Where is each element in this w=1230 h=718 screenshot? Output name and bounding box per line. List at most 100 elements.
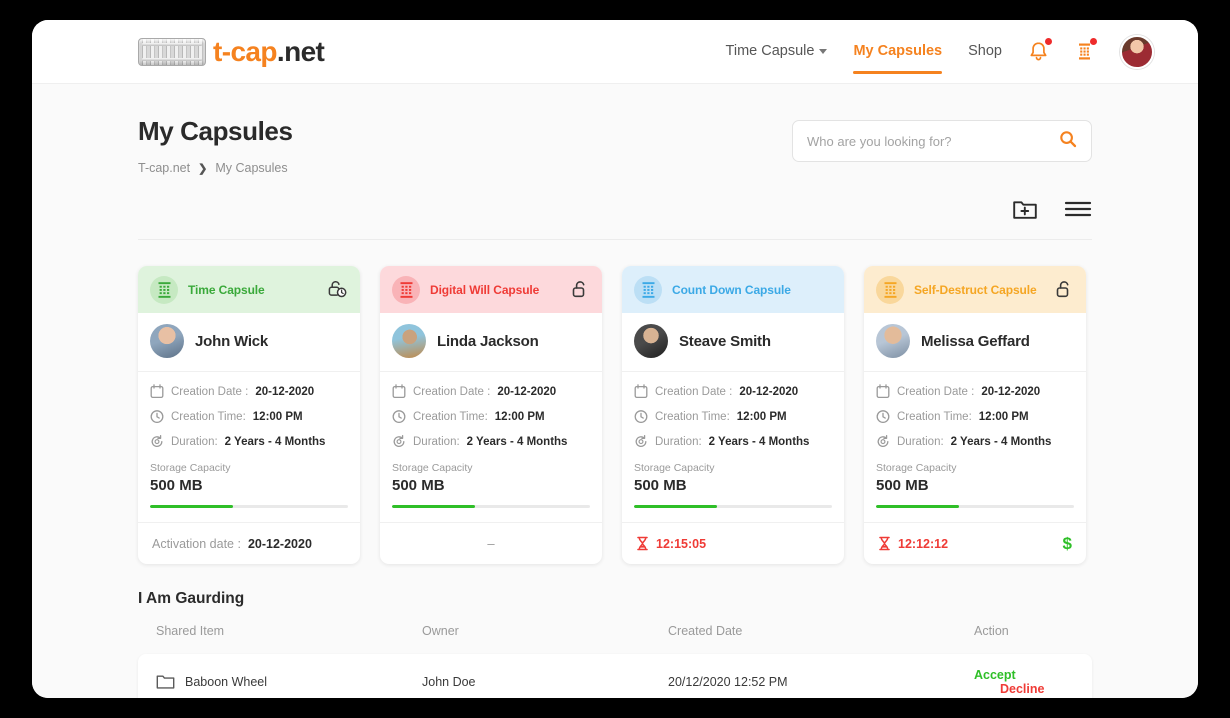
capsule-owner-name: Steave Smith	[679, 332, 771, 350]
capsule-card-header: Count Down Capsule	[622, 266, 844, 313]
calendar-icon	[150, 384, 164, 399]
nav-item-my-capsules[interactable]: My Capsules	[853, 43, 942, 74]
column-header-owner: Owner	[422, 624, 459, 638]
activation-date-label: Activation date :	[152, 536, 241, 551]
hourglass-icon	[637, 536, 648, 551]
capsule-cards-list: Time Capsule John Wick Creation Date : 2…	[138, 266, 1092, 564]
notification-badge-dot	[1045, 38, 1052, 45]
storage-progress-fill	[392, 505, 476, 508]
brand-logo-group[interactable]: t-cap.net	[138, 36, 325, 68]
purchase-dollar-button[interactable]: $	[1063, 534, 1072, 554]
nav-right-group: Time Capsule My Capsules Shop	[726, 34, 1154, 74]
capsule-card-header: Time Capsule	[138, 266, 360, 313]
duration-label: Duration:	[897, 435, 944, 448]
creation-time-value: 12:00 PM	[978, 410, 1029, 423]
activation-date-value: 20-12-2020	[247, 536, 312, 551]
page-header-row: My Capsules T-cap.net ❯ My Capsules	[138, 84, 1092, 175]
capsule-type-icon	[642, 281, 654, 298]
creation-time-row: Creation Time: 12:00 PM	[150, 409, 348, 424]
column-header-created-date: Created Date	[668, 624, 743, 638]
storage-progress-bar	[634, 505, 832, 508]
decline-button[interactable]: Decline	[1000, 682, 1044, 696]
avatar	[150, 324, 184, 358]
top-navigation-bar: t-cap.net Time Capsule My Capsules Shop	[32, 20, 1198, 84]
duration-label: Duration:	[655, 435, 702, 448]
column-header-action: Action	[974, 624, 1009, 638]
user-avatar[interactable]	[1120, 34, 1154, 69]
capsule-shortcut-button[interactable]	[1075, 38, 1097, 63]
storage-capacity-label: Storage Capacity	[150, 462, 231, 474]
storage-capacity-label: Storage Capacity	[876, 462, 957, 474]
capsule-card[interactable]: Count Down Capsule Steave Smith Creation…	[622, 266, 844, 564]
capsule-type-label: Digital Will Capsule	[430, 282, 540, 297]
capsule-owner-row: Melissa Geffard	[864, 313, 1086, 372]
capsule-card-body: Creation Date : 20-12-2020 Creation Time…	[622, 372, 844, 522]
storage-progress-bar	[150, 505, 348, 508]
creation-date-value: 20-12-2020	[981, 385, 1041, 398]
unlock-icon	[572, 281, 585, 298]
duration-label: Duration:	[171, 435, 218, 448]
table-row[interactable]: Baboon Wheel John Doe 20/12/2020 12:52 P…	[138, 654, 1092, 698]
capsule-card-footer: Activation date : 20-12-2020	[138, 522, 360, 564]
creation-time-label: Creation Time:	[171, 410, 246, 423]
shared-item-name: Baboon Wheel	[185, 675, 268, 689]
creation-time-label: Creation Time:	[413, 410, 488, 423]
search-box[interactable]	[792, 120, 1092, 162]
capsule-type-badge	[634, 275, 662, 304]
creation-date-label: Creation Date :	[897, 385, 975, 398]
capsule-lock-toggle[interactable]	[1055, 279, 1074, 300]
unlock-clock-icon	[328, 280, 347, 298]
calendar-icon	[392, 384, 406, 399]
capsule-card-body: Creation Date : 20-12-2020 Creation Time…	[864, 372, 1086, 522]
notification-bell-button[interactable]	[1028, 38, 1052, 63]
capsule-type-label: Count Down Capsule	[672, 282, 791, 297]
storage-capacity-value: 500 MB	[150, 477, 203, 494]
storage-capacity-label: Storage Capacity	[392, 462, 473, 474]
clock-icon	[150, 410, 164, 424]
breadcrumb-separator-icon: ❯	[198, 162, 208, 175]
capsule-card-body: Creation Date : 20-12-2020 Creation Time…	[380, 372, 602, 522]
capsule-card[interactable]: Time Capsule John Wick Creation Date : 2…	[138, 266, 360, 564]
capsule-card[interactable]: Self-Destruct Capsule Melissa Geffard Cr…	[864, 266, 1086, 564]
capsule-owner-name: Melissa Geffard	[921, 332, 1030, 350]
nav-item-time-capsule[interactable]: Time Capsule	[726, 43, 828, 61]
capsule-card[interactable]: Digital Will Capsule Linda Jackson Creat…	[380, 266, 602, 564]
search-input[interactable]	[807, 133, 1059, 149]
rotation-refresh-icon	[151, 434, 163, 448]
creation-date-row: Creation Date : 20-12-2020	[392, 384, 590, 399]
accept-button[interactable]: Accept	[974, 668, 1016, 682]
add-folder-button[interactable]	[1012, 197, 1038, 221]
cell-action: Accept Decline	[974, 668, 1074, 696]
breadcrumb-root[interactable]: T-cap.net	[138, 161, 190, 175]
duration-row: Duration: 2 Years - 4 Months	[634, 434, 832, 449]
creation-time-row: Creation Time: 12:00 PM	[392, 409, 590, 424]
capsule-type-label: Self-Destruct Capsule	[914, 282, 1037, 297]
list-view-menu-button[interactable]	[1064, 198, 1092, 220]
search-area	[792, 120, 1092, 162]
nav-item-shop-label: Shop	[968, 42, 1002, 59]
clock-icon	[392, 410, 406, 424]
page-header-left: My Capsules T-cap.net ❯ My Capsules	[138, 116, 293, 175]
capsule-lock-toggle[interactable]	[571, 279, 590, 300]
creation-date-label: Creation Date :	[655, 385, 733, 398]
avatar	[634, 324, 668, 358]
rotation-refresh-icon	[877, 434, 889, 448]
creation-time-value: 12:00 PM	[494, 410, 545, 423]
capsule-type-icon	[884, 281, 896, 298]
clock-icon	[634, 410, 648, 424]
capsule-lock-toggle[interactable]	[327, 279, 348, 300]
table-header-row: Shared Item Owner Created Date Action	[138, 624, 1092, 654]
creation-time-row: Creation Time: 12:00 PM	[876, 409, 1074, 424]
capsule-card-footer: 12:15:05	[622, 522, 844, 564]
capsule-card-footer: 12:12:12 $	[864, 522, 1086, 564]
creation-date-value: 20-12-2020	[739, 385, 799, 398]
clock-icon	[876, 410, 890, 424]
creation-date-row: Creation Date : 20-12-2020	[150, 384, 348, 399]
capsule-badge-dot	[1090, 38, 1097, 45]
creation-date-value: 20-12-2020	[255, 385, 315, 398]
duration-value: 2 Years - 4 Months	[466, 435, 568, 448]
rotation-refresh-icon	[393, 434, 405, 448]
capsule-owner-row: John Wick	[138, 313, 360, 372]
nav-item-shop[interactable]: Shop	[968, 43, 1002, 61]
search-button[interactable]	[1059, 130, 1077, 153]
